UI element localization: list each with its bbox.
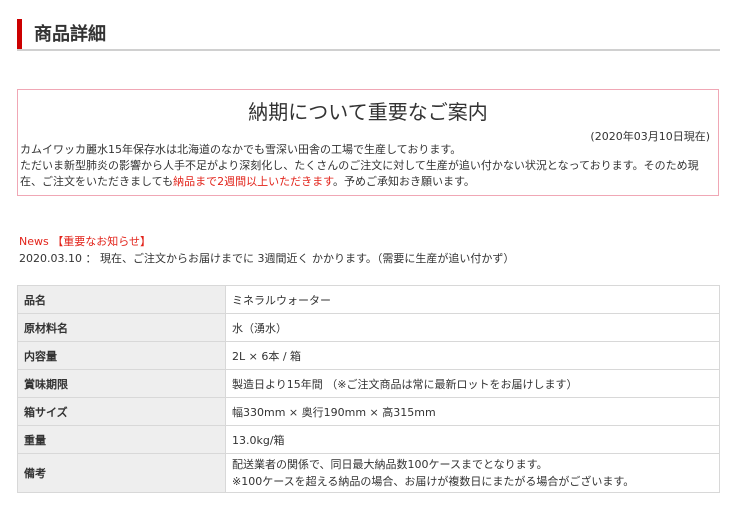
notice-highlight: 納品まで2週間以上いただきます	[173, 175, 334, 188]
news-title: News 【重要なお知らせ】	[19, 235, 151, 248]
table-row: 品名 ミネラルウォーター	[17, 285, 720, 314]
notice-line-2: ただいま新型肺炎の影響から人手不足がより深刻化し、たくさんのご注文に対して生産が…	[20, 158, 714, 190]
row-value-name: ミネラルウォーター	[225, 285, 720, 314]
row-value-ingredients: 水（湧水）	[225, 313, 720, 342]
table-row: 備考 配送業者の関係で、同日最大納品数100ケースまでとなります。 ※100ケー…	[17, 453, 720, 493]
row-value-contents: 2L × 6本 / 箱	[225, 341, 720, 370]
row-label-ingredients: 原材料名	[17, 313, 226, 342]
notice-title: 納期について重要なご案内	[248, 100, 488, 124]
section-header: 商品詳細	[17, 18, 720, 51]
row-label-box-size: 箱サイズ	[17, 397, 226, 426]
remarks-line-2: ※100ケースを超える納品の場合、お届けが複数日にまたがる場合がございます。	[232, 475, 635, 488]
row-value-remarks: 配送業者の関係で、同日最大納品数100ケースまでとなります。 ※100ケースを超…	[225, 453, 720, 493]
row-label-remarks: 備考	[17, 453, 226, 493]
section-title: 商品詳細	[34, 24, 106, 45]
table-row: 原材料名 水（湧水）	[17, 313, 720, 342]
table-row: 箱サイズ 幅330mm × 奥行190mm × 高315mm	[17, 397, 720, 426]
row-label-name: 品名	[17, 285, 226, 314]
section-accent-bar	[17, 19, 22, 49]
row-label-contents: 内容量	[17, 341, 226, 370]
table-row: 内容量 2L × 6本 / 箱	[17, 341, 720, 370]
notice-box: 納期について重要なご案内 (2020年03月10日現在) カムイワッカ麗水15年…	[17, 89, 719, 196]
notice-body: カムイワッカ麗水15年保存水は北海道のなかでも雪深い田舎の工場で生産しております…	[20, 142, 714, 190]
row-label-expiry: 賞味期限	[17, 369, 226, 398]
remarks-line-1: 配送業者の関係で、同日最大納品数100ケースまでとなります。	[232, 458, 548, 471]
row-label-weight: 重量	[17, 425, 226, 454]
news-item: 2020.03.10 ： 現在、ご注文からお届けまでに 3週間近く かかります。…	[19, 252, 515, 265]
news-section: News 【重要なお知らせ】 2020.03.10 ： 現在、ご注文からお届けま…	[19, 233, 514, 267]
spec-table: 品名 ミネラルウォーター 原材料名 水（湧水） 内容量 2L × 6本 / 箱 …	[17, 285, 720, 493]
row-value-weight: 13.0kg/箱	[225, 425, 720, 454]
table-row: 賞味期限 製造日より15年間 （※ご注文商品は常に最新ロットをお届けします）	[17, 369, 720, 398]
notice-line-1: カムイワッカ麗水15年保存水は北海道のなかでも雪深い田舎の工場で生産しております…	[20, 143, 462, 156]
notice-line-2-end: 。予めご承知おき願います。	[333, 175, 475, 188]
row-value-box-size: 幅330mm × 奥行190mm × 高315mm	[225, 397, 720, 426]
row-value-expiry: 製造日より15年間 （※ご注文商品は常に最新ロットをお届けします）	[225, 369, 720, 398]
table-row: 重量 13.0kg/箱	[17, 425, 720, 454]
